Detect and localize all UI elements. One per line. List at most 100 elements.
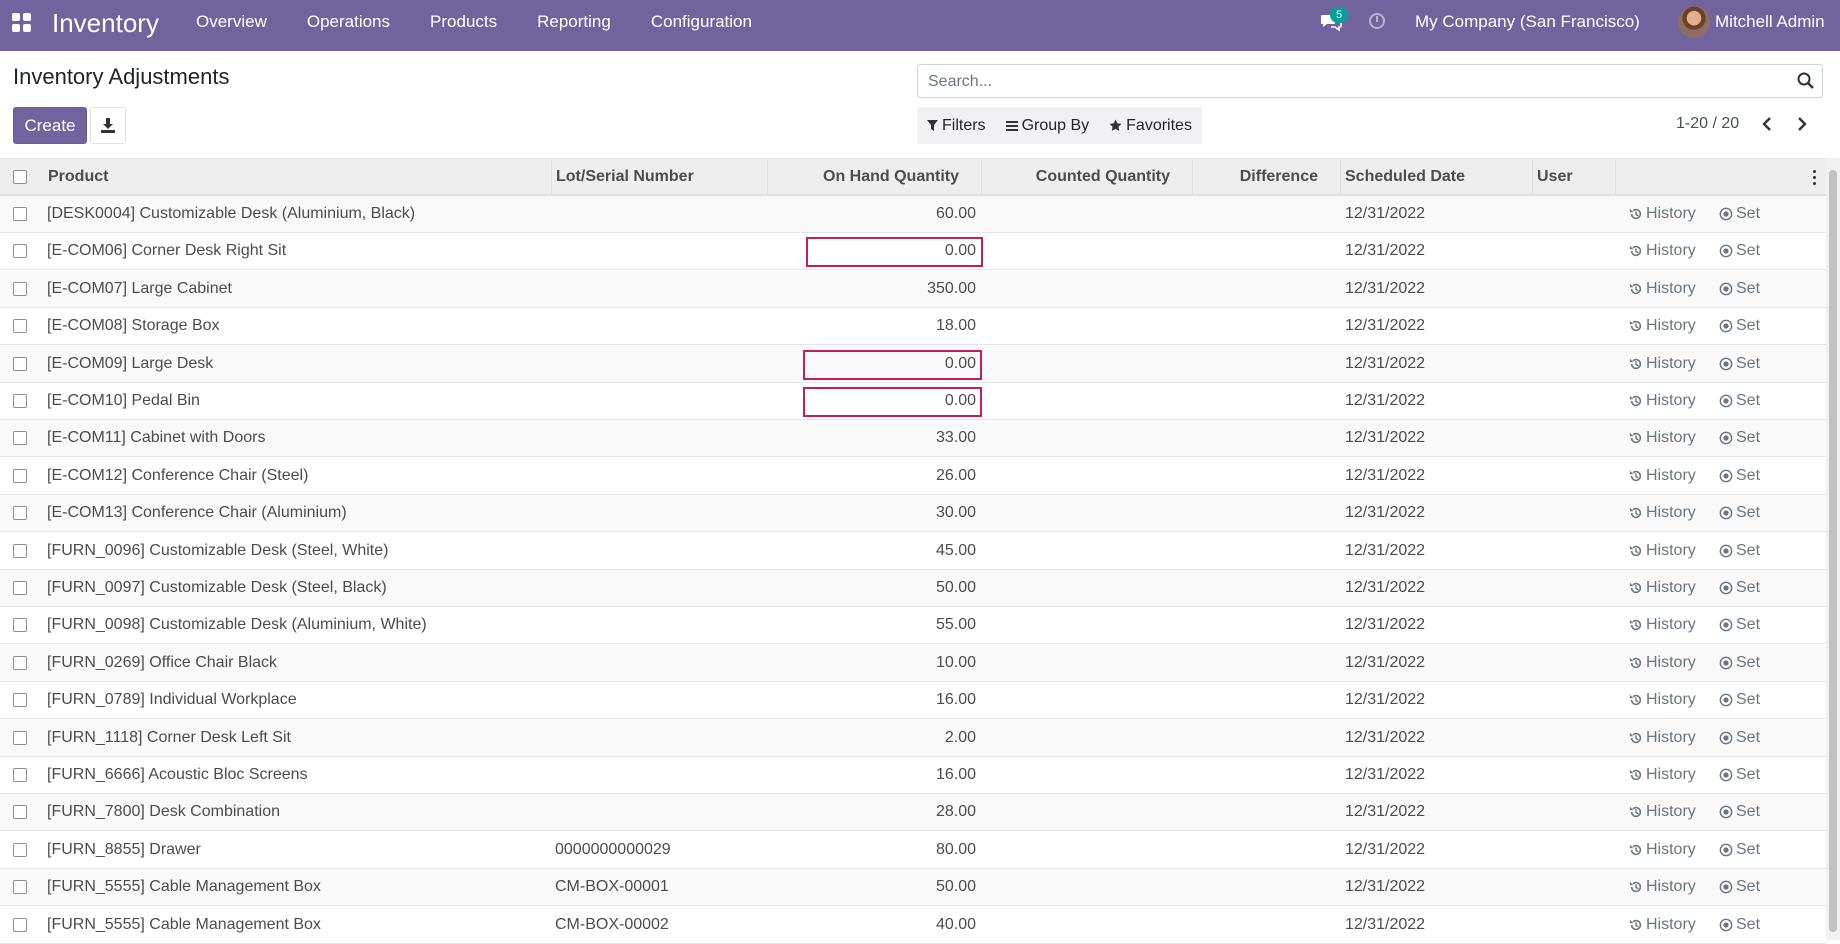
set-button[interactable]: Set	[1719, 869, 1760, 905]
lot-serial-cell[interactable]	[555, 383, 765, 419]
set-button[interactable]: Set	[1719, 271, 1760, 307]
row-checkbox[interactable]	[13, 618, 27, 633]
table-row[interactable]: [E-COM08] Storage Box 18.00 12/31/2022 Hist…	[0, 308, 1826, 346]
scheduled-date-cell[interactable]: 12/31/2022	[1345, 645, 1531, 681]
lot-serial-cell[interactable]	[555, 420, 765, 456]
optional-columns-icon[interactable]	[1810, 169, 1820, 187]
table-row[interactable]: [FURN_6666] Acoustic Bloc Screens 16.00 12…	[0, 757, 1826, 794]
search-input[interactable]	[926, 69, 1780, 95]
counted-cell[interactable]	[985, 458, 1190, 494]
on-hand-cell[interactable]: 16.00	[770, 682, 976, 718]
history-button[interactable]: History	[1629, 682, 1696, 718]
lot-serial-cell[interactable]	[555, 271, 765, 307]
row-checkbox[interactable]	[13, 207, 27, 221]
lot-serial-cell[interactable]	[555, 196, 765, 232]
history-button[interactable]: History	[1629, 720, 1696, 756]
product-cell[interactable]: [E-COM07] Large Cabinet	[47, 271, 547, 307]
table-row[interactable]: [E-COM11] Cabinet with Doors 33.00 12/31/2…	[0, 420, 1826, 458]
menu-reporting[interactable]: Reporting	[517, 0, 631, 51]
counted-cell[interactable]	[985, 495, 1190, 531]
row-checkbox[interactable]	[13, 880, 27, 895]
row-checkbox[interactable]	[13, 655, 27, 670]
counted-cell[interactable]	[985, 869, 1190, 905]
counted-cell[interactable]	[985, 233, 1190, 269]
on-hand-cell[interactable]: 33.00	[770, 420, 976, 456]
user-cell[interactable]	[1537, 271, 1615, 307]
scheduled-date-cell[interactable]: 12/31/2022	[1345, 869, 1531, 905]
set-button[interactable]: Set	[1719, 607, 1760, 643]
counted-cell[interactable]	[985, 720, 1190, 756]
on-hand-cell[interactable]: 30.00	[770, 495, 976, 531]
apps-menu-icon[interactable]	[12, 13, 32, 33]
product-cell[interactable]: [FURN_5555] Cable Management Box	[47, 907, 547, 943]
on-hand-cell[interactable]: 80.00	[770, 832, 976, 868]
lot-serial-cell[interactable]	[555, 682, 765, 718]
product-cell[interactable]: [E-COM10] Pedal Bin	[47, 383, 547, 419]
history-button[interactable]: History	[1629, 794, 1696, 830]
product-cell[interactable]: [E-COM09] Large Desk	[47, 346, 547, 382]
table-row[interactable]: [FURN_0789] Individual Workplace 16.00 12/…	[0, 682, 1826, 720]
user-cell[interactable]	[1537, 495, 1615, 531]
counted-cell[interactable]	[985, 570, 1190, 606]
scheduled-date-cell[interactable]: 12/31/2022	[1345, 196, 1531, 232]
on-hand-cell[interactable]: 0.00	[770, 383, 976, 419]
set-button[interactable]: Set	[1719, 458, 1760, 494]
menu-products[interactable]: Products	[410, 0, 517, 51]
user-cell[interactable]	[1537, 570, 1615, 606]
table-row[interactable]: [FURN_0269] Office Chair Black 10.00 12/31…	[0, 644, 1826, 682]
history-button[interactable]: History	[1629, 495, 1696, 531]
history-button[interactable]: History	[1629, 271, 1696, 307]
table-row[interactable]: [FURN_0098] Customizable Desk (Aluminium…	[0, 607, 1826, 645]
favorites-button[interactable]: Favorites	[1099, 107, 1202, 144]
scheduled-date-cell[interactable]: 12/31/2022	[1345, 794, 1531, 830]
row-checkbox[interactable]	[13, 244, 27, 259]
history-button[interactable]: History	[1629, 196, 1696, 232]
history-button[interactable]: History	[1629, 458, 1696, 494]
lot-serial-cell[interactable]	[555, 308, 765, 344]
counted-cell[interactable]	[985, 794, 1190, 830]
scheduled-date-cell[interactable]: 12/31/2022	[1345, 907, 1531, 943]
counted-cell[interactable]	[985, 346, 1190, 382]
scheduled-date-cell[interactable]: 12/31/2022	[1345, 832, 1531, 868]
history-button[interactable]: History	[1629, 570, 1696, 606]
user-cell[interactable]	[1537, 607, 1615, 643]
pager-previous-icon[interactable]	[1757, 114, 1777, 134]
table-row[interactable]: [FURN_0096] Customizable Desk (Steel, Wh…	[0, 533, 1826, 570]
pager-value[interactable]: 1-20 / 20	[1676, 115, 1739, 133]
counted-cell[interactable]	[985, 271, 1190, 307]
on-hand-cell[interactable]: 28.00	[770, 794, 976, 830]
product-cell[interactable]: [FURN_0097] Customizable Desk (Steel, Bl…	[47, 570, 547, 606]
set-button[interactable]: Set	[1719, 645, 1760, 681]
scheduled-date-cell[interactable]: 12/31/2022	[1345, 271, 1531, 307]
counted-cell[interactable]	[985, 420, 1190, 456]
user-cell[interactable]	[1537, 533, 1615, 569]
set-button[interactable]: Set	[1719, 682, 1760, 718]
app-brand[interactable]: Inventory	[52, 7, 159, 39]
lot-serial-cell[interactable]	[555, 458, 765, 494]
row-checkbox[interactable]	[13, 356, 27, 371]
scheduled-date-cell[interactable]: 12/31/2022	[1345, 495, 1531, 531]
counted-cell[interactable]	[985, 383, 1190, 419]
col-user[interactable]: User	[1533, 159, 1616, 195]
table-row[interactable]: [E-COM06] Corner Desk Right Sit 0.00 12/31…	[0, 233, 1826, 271]
table-row[interactable]: [E-COM09] Large Desk 0.00 12/31/2022 Histor…	[0, 345, 1826, 383]
on-hand-cell[interactable]: 55.00	[770, 607, 976, 643]
scrollbar-thumb[interactable]	[1829, 170, 1837, 932]
groupby-button[interactable]: Group By	[996, 107, 1100, 144]
filters-button[interactable]: Filters	[917, 107, 996, 144]
on-hand-cell[interactable]: 60.00	[770, 196, 976, 232]
table-row[interactable]: [FURN_5555] Cable Management Box CM-BOX-0…	[0, 869, 1826, 907]
col-difference[interactable]: Difference	[1193, 159, 1341, 195]
row-checkbox[interactable]	[13, 917, 27, 932]
counted-cell[interactable]	[985, 682, 1190, 718]
product-cell[interactable]: [FURN_0269] Office Chair Black	[47, 645, 547, 681]
table-row[interactable]: [FURN_1118] Corner Desk Left Sit 2.00 12/3…	[0, 719, 1826, 757]
table-row[interactable]: [FURN_7800] Desk Combination 28.00 12/31/2…	[0, 794, 1826, 832]
lot-serial-cell[interactable]: CM-BOX-00001	[555, 869, 765, 905]
history-button[interactable]: History	[1629, 607, 1696, 643]
select-all-checkbox[interactable]	[13, 170, 27, 184]
user-cell[interactable]	[1537, 308, 1615, 344]
product-cell[interactable]: [FURN_7800] Desk Combination	[47, 794, 547, 830]
product-cell[interactable]: [E-COM13] Conference Chair (Aluminium)	[47, 495, 547, 531]
counted-cell[interactable]	[985, 308, 1190, 344]
